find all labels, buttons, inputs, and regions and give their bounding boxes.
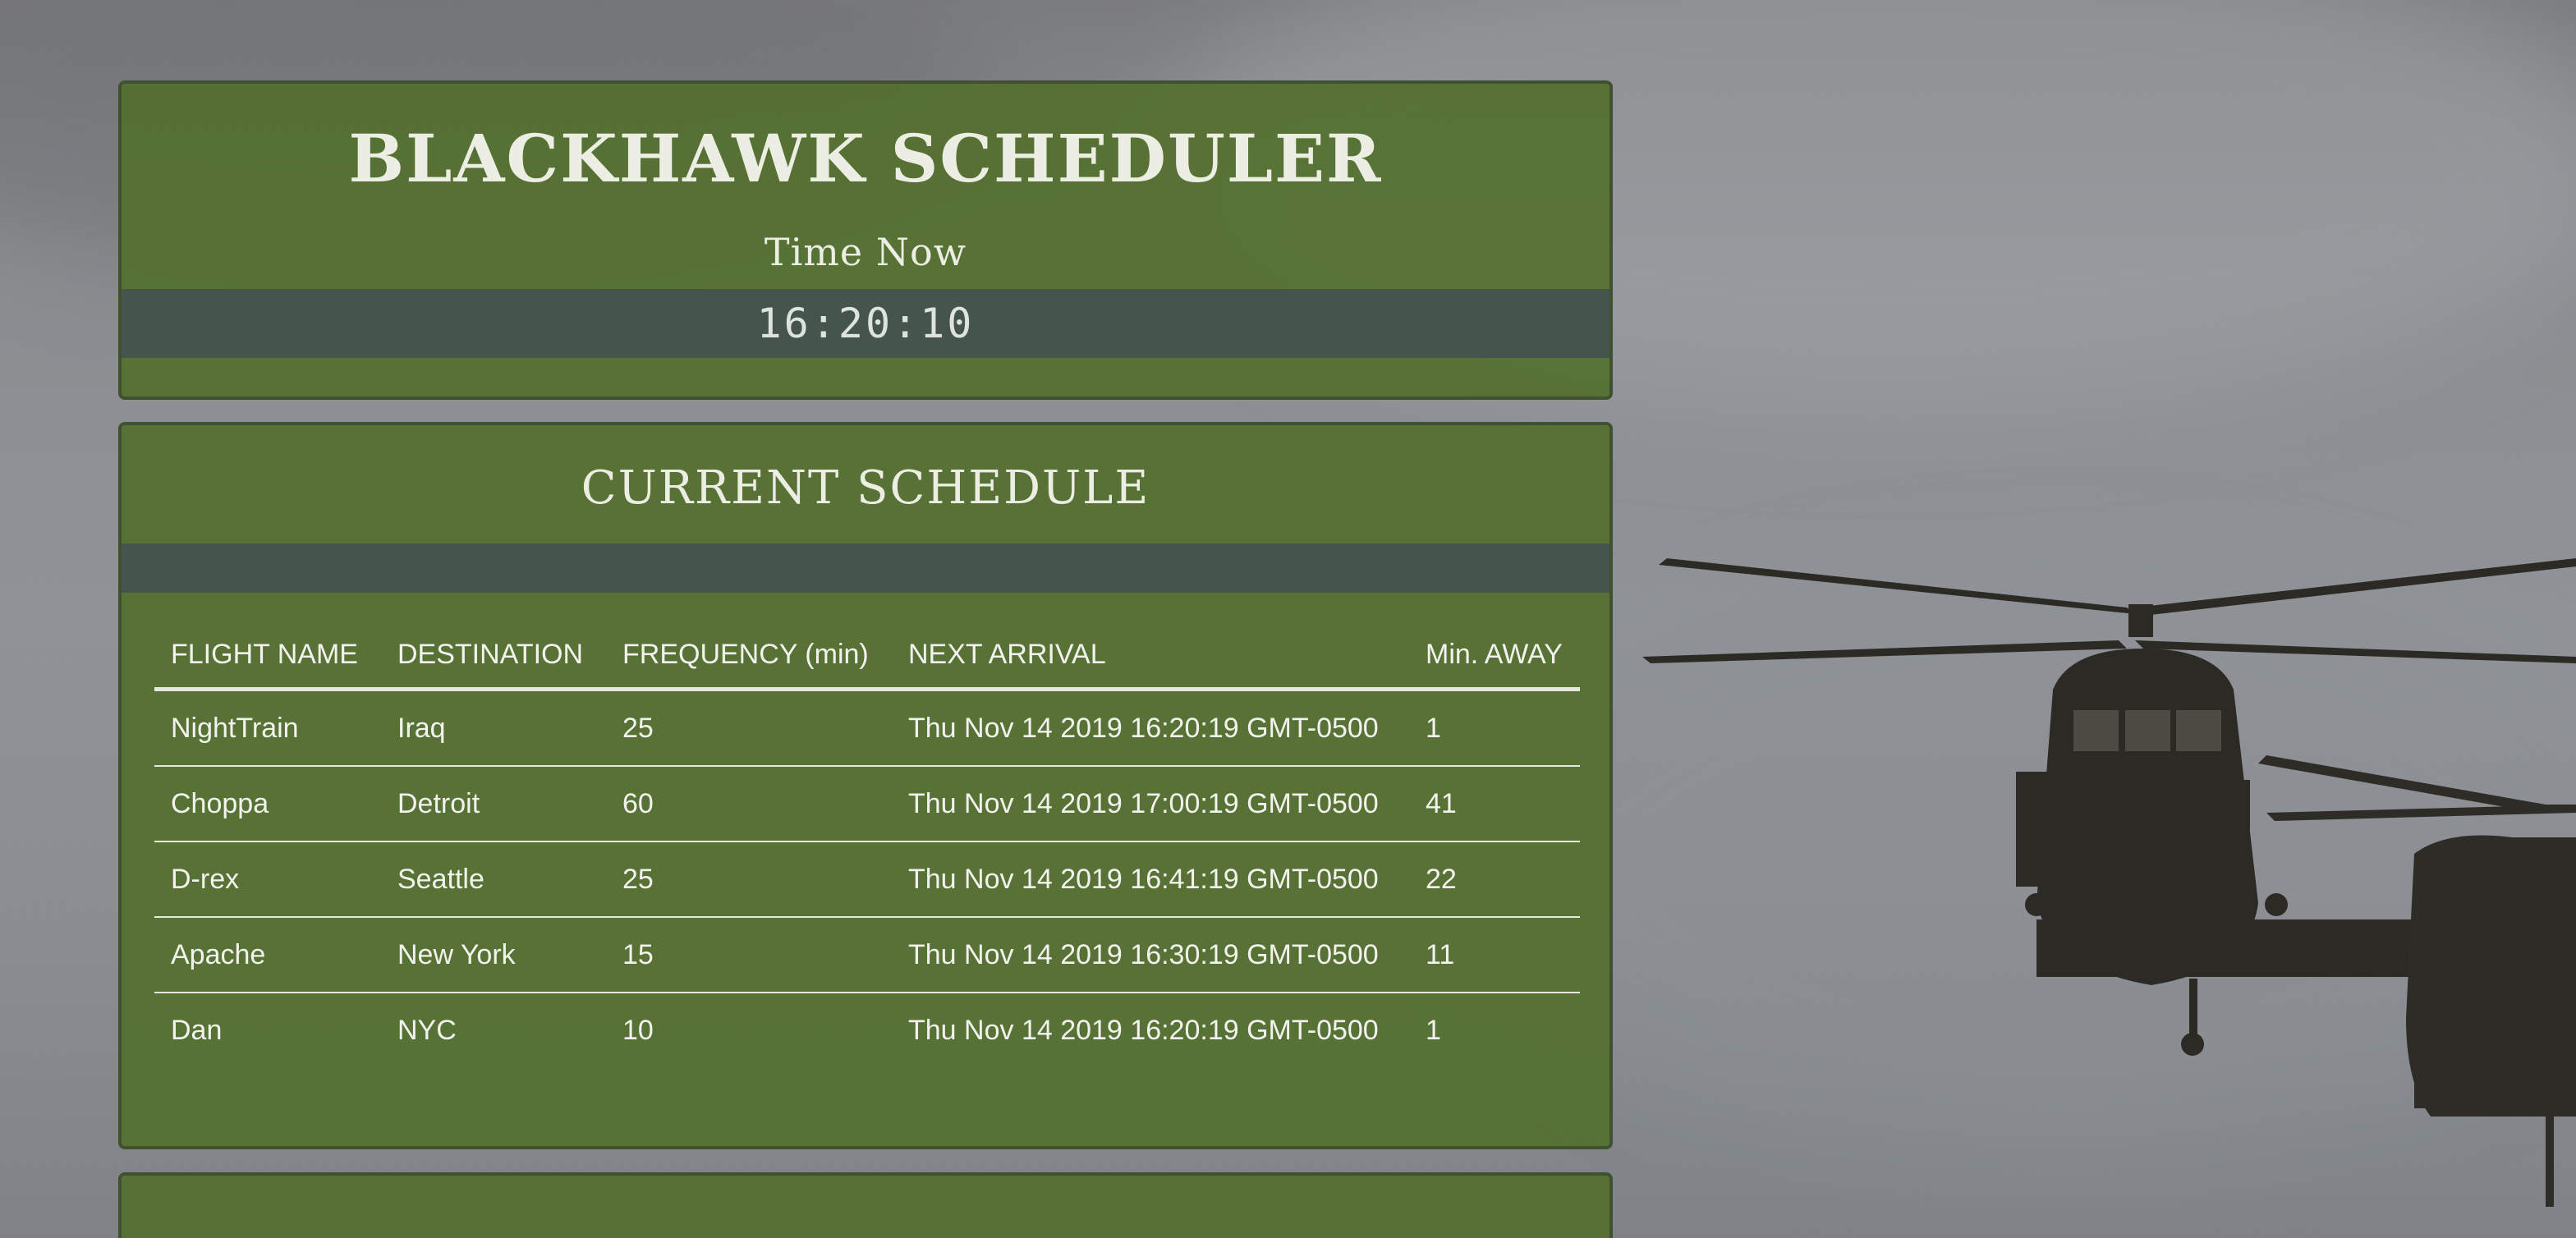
column-header-destination[interactable]: DESTINATION <box>381 622 606 691</box>
column-header-flight-name[interactable]: FLIGHT NAME <box>154 622 381 691</box>
current-time-display: 16:20:10 <box>756 300 975 347</box>
table-row[interactable]: D-rex Seattle 25 Thu Nov 14 2019 16:41:1… <box>154 841 1580 918</box>
frequency-cell: 60 <box>606 766 892 842</box>
frequency-cell: 25 <box>606 689 892 767</box>
frequency-cell: 15 <box>606 917 892 993</box>
schedule-table-container: FLIGHT NAME DESTINATION FREQUENCY (min) … <box>154 622 1580 1067</box>
flight-name-cell: NightTrain <box>154 689 381 767</box>
next-arrival-cell: Thu Nov 14 2019 16:41:19 GMT-0500 <box>892 841 1409 918</box>
flight-name-cell: D-rex <box>154 841 381 918</box>
column-header-frequency[interactable]: FREQUENCY (min) <box>606 622 892 691</box>
column-header-next-arrival[interactable]: NEXT ARRIVAL <box>892 622 1409 691</box>
table-row[interactable]: Apache New York 15 Thu Nov 14 2019 16:30… <box>154 917 1580 993</box>
minutes-away-cell: 22 <box>1409 841 1580 918</box>
table-header-row: FLIGHT NAME DESTINATION FREQUENCY (min) … <box>154 622 1580 691</box>
flight-name-cell: Dan <box>171 1015 223 1046</box>
frequency-cell: 25 <box>606 841 892 918</box>
schedule-title: CURRENT SCHEDULE <box>581 461 1150 515</box>
flight-name-cell: Choppa <box>154 766 381 842</box>
minutes-away-cell: 41 <box>1409 766 1580 842</box>
header-panel: BLACKHAWK SCHEDULER Time Now 16:20:10 <box>118 80 1613 400</box>
next-arrival-cell: Thu Nov 14 2019 17:00:19 GMT-0500 <box>892 766 1409 842</box>
next-arrival-cell: Thu Nov 14 2019 16:20:19 GMT-0500 <box>892 689 1409 767</box>
time-now-label: Time Now <box>764 230 967 274</box>
next-arrival-cell: Thu Nov 14 2019 16:30:19 GMT-0500 <box>892 917 1409 993</box>
schedule-panel: CURRENT SCHEDULE FLIGHT NAME DESTINATION… <box>118 422 1613 1149</box>
destination-cell: New York <box>381 917 606 993</box>
app-title: BLACKHAWK SCHEDULER <box>348 120 1383 197</box>
minutes-away-cell: 1 <box>1409 689 1580 767</box>
add-train-panel <box>118 1172 1613 1238</box>
minutes-away-cell: 1 <box>1426 1015 1441 1046</box>
schedule-table: FLIGHT NAME DESTINATION FREQUENCY (min) … <box>154 622 1580 1067</box>
clock-bar: 16:20:10 <box>122 289 1609 358</box>
destination-cell: NYC <box>397 1015 457 1046</box>
destination-cell: Seattle <box>381 841 606 918</box>
flight-name-cell: Apache <box>154 917 381 993</box>
table-row[interactable]: NightTrain Iraq 25 Thu Nov 14 2019 16:20… <box>154 689 1580 767</box>
schedule-divider-bar <box>122 543 1609 593</box>
frequency-cell: 10 <box>622 1015 654 1046</box>
table-row[interactable]: Dan NYC 10 Thu Nov 14 2019 16:20:19 GMT-… <box>154 993 1580 1067</box>
destination-cell: Detroit <box>381 766 606 842</box>
next-arrival-cell: Thu Nov 14 2019 16:20:19 GMT-0500 <box>908 1015 1379 1046</box>
destination-cell: Iraq <box>381 689 606 767</box>
minutes-away-cell: 11 <box>1409 917 1580 993</box>
helicopter-background-image <box>1642 558 2576 1207</box>
column-header-minutes-away[interactable]: Min. AWAY <box>1409 622 1580 691</box>
table-row[interactable]: Choppa Detroit 60 Thu Nov 14 2019 17:00:… <box>154 766 1580 842</box>
